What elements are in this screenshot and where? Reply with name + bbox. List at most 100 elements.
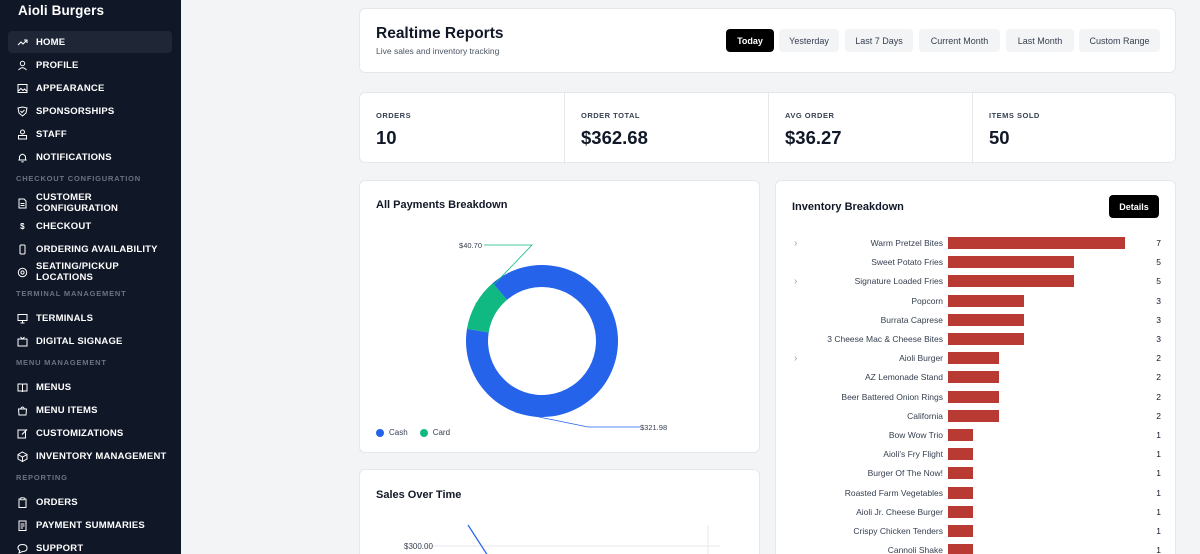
chevron-right-icon[interactable]: ›	[794, 276, 797, 287]
sidebar-item-digital-signage[interactable]: DIGITAL SIGNAGE	[8, 330, 172, 352]
sidebar-item-label: STAFF	[36, 128, 67, 140]
inventory-item-label: Bow Wow Trio	[888, 430, 943, 440]
image-icon	[17, 83, 28, 94]
inventory-row: Cannoli Shake 1	[776, 542, 1177, 554]
inventory-bar	[948, 313, 1024, 326]
sidebar-item-appearance[interactable]: APPEARANCE	[8, 77, 172, 99]
payments-title: All Payments Breakdown	[376, 199, 508, 211]
inventory-row: AZ Lemonade Stand 2	[776, 369, 1177, 388]
inventory-row: Crispy Chicken Tenders 1	[776, 523, 1177, 542]
payments-card: All Payments Breakdown $321.98 $40.70 Cas…	[359, 180, 760, 453]
sidebar-item-orders[interactable]: ORDERS	[8, 491, 172, 513]
filter-last-month-button[interactable]: Last Month	[1006, 29, 1074, 52]
sidebar-item-customer-configuration[interactable]: CUSTOMER CONFIGURATION	[8, 192, 172, 214]
legend-swatch-card	[419, 428, 428, 437]
sidebar-item-support[interactable]: SUPPORT	[8, 537, 172, 554]
inventory-item-label: Cannoli Shake	[887, 545, 943, 554]
stat-label: AVG ORDER	[785, 111, 835, 120]
sidebar-item-terminals[interactable]: TERMINALS	[8, 307, 172, 329]
inventory-bar	[948, 333, 1024, 345]
sidebar-item-label: DIGITAL SIGNAGE	[36, 335, 123, 347]
section-label-menu: MENU MANAGEMENT	[16, 358, 107, 367]
filter-last-7-days-button[interactable]: Last 7 Days	[845, 29, 913, 52]
sidebar-item-checkout[interactable]: $ CHECKOUT	[8, 215, 172, 237]
inventory-row: Sweet Potato Fries 5	[776, 254, 1177, 273]
inventory-bar	[948, 352, 999, 365]
inventory-item-label: Beer Battered Onion Rings	[841, 391, 943, 402]
inventory-item-label: Aioli Jr. Cheese Burger	[856, 506, 943, 517]
inventory-bar	[948, 467, 974, 480]
filter-current-month-button[interactable]: Current Month	[919, 29, 1000, 52]
sidebar-item-label: SEATING/PICKUP LOCATIONS	[36, 261, 119, 283]
brand-name[interactable]: Aioli Burgers	[18, 3, 104, 18]
chevron-right-icon[interactable]: ›	[794, 353, 797, 364]
sidebar-item-notifications[interactable]: NOTIFICATIONS	[8, 146, 172, 168]
sidebar-item-staff[interactable]: STAFF	[8, 123, 172, 145]
staff-icon	[17, 129, 28, 140]
inventory-item-label: 3 Cheese Mac & Cheese Bites	[827, 334, 943, 344]
donut-value-label: $40.70	[459, 241, 482, 250]
inventory-item-count: 2	[1156, 391, 1161, 402]
sidebar-item-home[interactable]: HOME	[8, 31, 172, 53]
inventory-item-count: 3	[1156, 334, 1161, 344]
user-icon	[17, 60, 28, 71]
inventory-item-count: 1	[1156, 449, 1161, 460]
phone-icon	[17, 244, 28, 255]
sidebar-item-profile[interactable]: PROFILE	[8, 54, 172, 76]
details-button[interactable]: Details	[1109, 195, 1159, 218]
inventory-item-label: Popcorn	[911, 295, 943, 306]
stat-label: ORDERS	[376, 111, 412, 120]
sidebar-item-label: PROFILE	[36, 59, 79, 71]
filter-today-button[interactable]: Today	[726, 29, 774, 52]
clipboard-icon	[17, 496, 28, 508]
donut-value-label: $321.98	[640, 423, 667, 432]
header-card: Realtime Reports Live sales and inventor…	[359, 8, 1176, 73]
sidebar-item-seating-pickup-locations[interactable]: SEATING/PICKUP LOCATIONS	[8, 261, 172, 283]
stat-items-sold: ITEMS SOLD 50	[972, 93, 1176, 164]
sidebar-item-payment-summaries[interactable]: PAYMENT SUMMARIES	[8, 514, 172, 536]
payments-legend: Cash Card	[376, 428, 462, 437]
inventory-row[interactable]: › Aioli Burger 2	[776, 350, 1177, 369]
sidebar-item-menu-items[interactable]: MENU ITEMS	[8, 399, 172, 421]
sales-ytick-label: $300.00	[404, 542, 433, 551]
inventory-item-count: 3	[1156, 314, 1161, 325]
sidebar-item-label: CHECKOUT	[36, 220, 92, 232]
inventory-row: Roasted Farm Vegetables 1	[776, 485, 1177, 504]
sidebar-item-label: MENUS	[36, 381, 72, 393]
inventory-item-count: 1	[1156, 526, 1161, 536]
filter-custom-range-button[interactable]: Custom Range	[1079, 29, 1160, 52]
payments-donut-chart: $321.98 $40.70	[459, 241, 667, 432]
inventory-item-count: 2	[1156, 410, 1161, 421]
sidebar-item-inventory-management[interactable]: INVENTORY MANAGEMENT	[8, 445, 172, 467]
inventory-row[interactable]: › Warm Pretzel Bites 7	[776, 235, 1177, 254]
inventory-item-label: Burger Of The Now!	[867, 468, 943, 479]
inventory-item-label: AZ Lemonade Stand	[865, 372, 943, 383]
stat-value: 10	[376, 127, 397, 148]
sidebar-item-menus[interactable]: MENUS	[8, 376, 172, 398]
inventory-bar	[948, 371, 999, 384]
sidebar-item-sponsorships[interactable]: SPONSORSHIPS	[8, 100, 172, 122]
cube-icon	[17, 450, 28, 462]
section-label-reporting: REPORTING	[16, 473, 68, 482]
sales-over-time-chart: $300.00	[404, 524, 720, 554]
legend-entry-card[interactable]: Card	[419, 428, 450, 437]
location-icon	[17, 267, 28, 278]
inventory-bar	[948, 486, 974, 499]
chevron-right-icon[interactable]: ›	[794, 238, 797, 249]
bag-icon	[17, 405, 28, 416]
inventory-item-label: Warm Pretzel Bites	[870, 238, 943, 248]
inventory-item-label: California	[907, 410, 943, 421]
inventory-row[interactable]: › Signature Loaded Fries 5	[776, 273, 1177, 292]
sidebar-item-customizations[interactable]: CUSTOMIZATIONS	[8, 422, 172, 444]
sidebar-item-label: HOME	[36, 36, 66, 48]
inventory-item-count: 3	[1156, 295, 1161, 306]
sidebar-item-ordering-availability[interactable]: ORDERING AVAILABILITY	[8, 238, 172, 260]
inventory-row: Burrata Caprese 3	[776, 312, 1177, 331]
monitor-icon	[17, 313, 28, 324]
inventory-title: Inventory Breakdown	[792, 201, 904, 213]
inventory-row: Aioli's Fry Flight 1	[776, 446, 1177, 465]
legend-entry-cash[interactable]: Cash	[376, 428, 408, 437]
filter-yesterday-button[interactable]: Yesterday	[779, 29, 839, 52]
inventory-bar	[948, 448, 974, 461]
sidebar-item-label: APPEARANCE	[36, 82, 105, 94]
